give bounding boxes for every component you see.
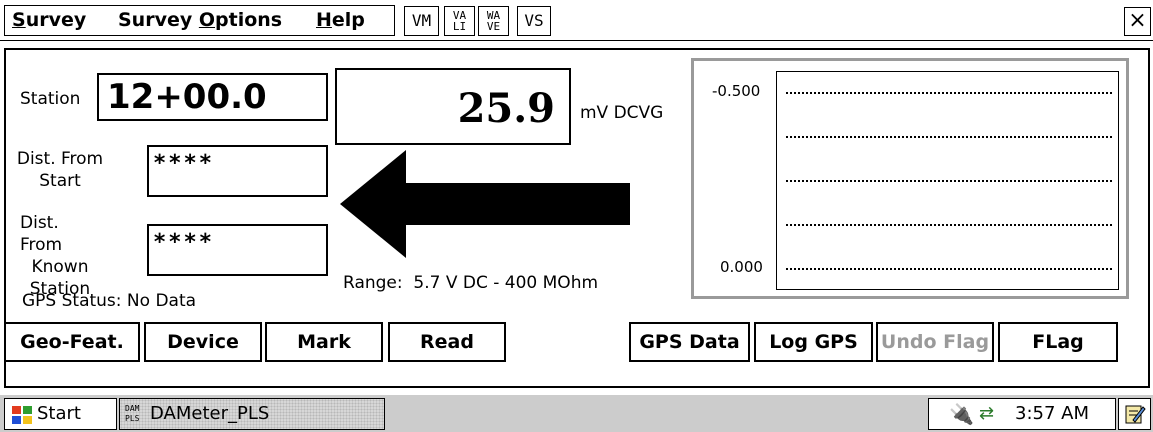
wave-bottom: VE	[486, 20, 501, 33]
menu-survey-text: urvey	[25, 9, 87, 31]
mark-button[interactable]: Mark	[265, 322, 383, 362]
device-button[interactable]: Device	[144, 322, 262, 362]
menu-survey[interactable]: Survey	[12, 9, 86, 31]
range-text: Range: 5.7 V DC - 400 MOhm	[343, 273, 599, 293]
notepad-pencil-icon	[1125, 405, 1146, 424]
graph-gridline	[786, 92, 1112, 94]
reading-display: 25.9	[335, 68, 571, 145]
dist-from-known-label-line2: Known	[31, 257, 89, 277]
taskbar-app-label: DAMeter_PLS	[150, 403, 270, 424]
station-label: Station	[20, 89, 81, 109]
dist-from-start-field[interactable]: ****	[147, 145, 328, 197]
gps-status: GPS Status: No Data	[22, 291, 197, 311]
wave-button[interactable]: WA VE	[478, 6, 509, 36]
windows-flag-icon	[12, 406, 32, 424]
menu-divider	[0, 40, 1153, 41]
network-connection-icon[interactable]: ⇄	[979, 401, 994, 427]
vali-button[interactable]: VA LI	[444, 6, 475, 36]
system-tray: 🔌 ⇄ 3:57 AM	[928, 398, 1116, 430]
dist-from-known-field[interactable]: ****	[147, 224, 328, 276]
dist-from-known-label-line1: Dist. From	[20, 213, 63, 255]
menu-survey-hotkey: S	[12, 9, 26, 31]
dist-from-known-label: Dist. From Known Station	[14, 212, 106, 300]
flag-button[interactable]: FLag	[998, 322, 1118, 362]
station-value: 12+00.0	[107, 77, 267, 117]
menu-survey-options-hotkey: O	[198, 9, 216, 31]
graph-y-bottom-label: 0.000	[720, 258, 763, 276]
app-icon-top: DAM	[125, 404, 140, 413]
vali-bottom: LI	[452, 20, 467, 33]
notes-button[interactable]	[1118, 398, 1151, 430]
dist-from-start-label-line2: Start	[39, 171, 81, 191]
dist-from-start-label-line1: Dist. From	[16, 149, 104, 169]
menu-help-text: elp	[331, 9, 365, 31]
gps-data-button[interactable]: GPS Data	[629, 322, 750, 362]
graph-gridline	[786, 180, 1112, 182]
log-gps-button[interactable]: Log GPS	[754, 322, 873, 362]
menu-help[interactable]: Help	[316, 9, 365, 31]
menu-survey-options-text: ptions	[215, 9, 283, 31]
menu-survey-options[interactable]: Survey Options	[118, 9, 282, 31]
dist-from-start-label: Dist. From Start	[14, 148, 106, 192]
power-plug-icon[interactable]: 🔌	[949, 401, 974, 427]
graph-gridline	[786, 224, 1112, 226]
dist-from-start-value: ****	[153, 151, 214, 176]
reading-unit: mV DCVG	[580, 103, 664, 123]
read-button[interactable]: Read	[388, 322, 506, 362]
clock[interactable]: 3:57 AM	[1015, 399, 1089, 429]
dist-from-known-value: ****	[153, 230, 214, 255]
reading-value: 25.9	[457, 85, 555, 132]
geo-feat-button[interactable]: Geo-Feat.	[4, 322, 140, 362]
graph-y-top-label: -0.500	[712, 82, 761, 100]
app-icon: DAM PLS	[125, 404, 149, 425]
menu-survey-options-pre: Survey	[118, 9, 199, 31]
arrow-left-icon	[340, 150, 630, 258]
taskbar-app-dameter[interactable]: DAM PLS DAMeter_PLS	[119, 398, 385, 430]
close-button[interactable]: ×	[1124, 7, 1151, 36]
app-icon-bottom: PLS	[125, 414, 140, 423]
graph-gridline	[786, 136, 1112, 138]
graph-gridline	[786, 268, 1112, 270]
vs-button[interactable]: VS	[517, 6, 551, 36]
start-button[interactable]: Start	[4, 398, 117, 430]
undo-flag-button: Undo Flag	[876, 322, 994, 362]
menu-help-hotkey: H	[316, 9, 332, 31]
vm-button[interactable]: VM	[404, 6, 439, 36]
start-label: Start	[37, 403, 81, 424]
station-field[interactable]: 12+00.0	[97, 73, 328, 121]
